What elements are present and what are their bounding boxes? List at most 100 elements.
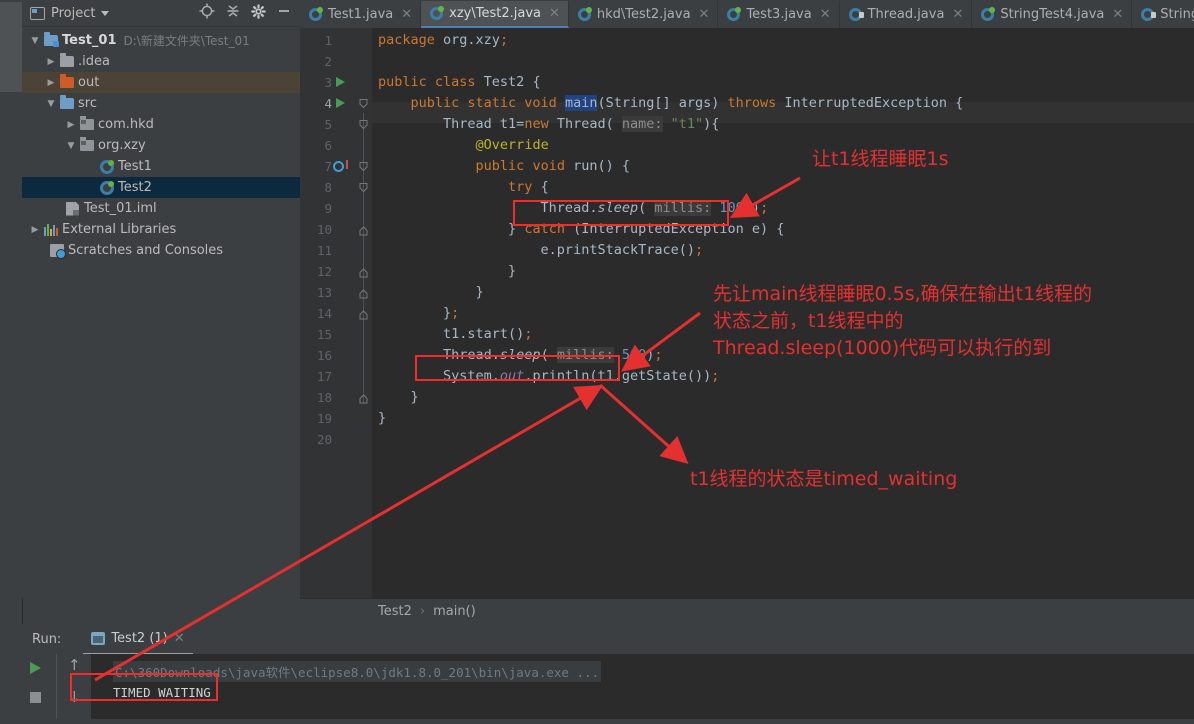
project-view-icon	[30, 6, 45, 20]
rerun-play-button[interactable]	[30, 662, 41, 674]
breadcrumb-method[interactable]: main()	[433, 604, 476, 619]
tree-item-label: src	[78, 96, 97, 111]
stop-button[interactable]	[30, 692, 41, 703]
settings-gear-icon[interactable]	[251, 3, 266, 23]
tree-item-test01[interactable]: ▼ Test_01 D:\新建文件夹\Test_01	[22, 30, 300, 51]
close-icon[interactable]: ✕	[549, 6, 560, 21]
tree-item-external-libraries[interactable]: ▶ External Libraries	[22, 219, 300, 240]
project-tree: ▼ Test_01 D:\新建文件夹\Test_01 ▶ .idea ▶ out…	[22, 27, 300, 261]
tab-stringtest4-java[interactable]: StringTest4.java ✕	[972, 1, 1133, 28]
line-number: 18	[316, 390, 332, 405]
code-line-5: Thread t1=new Thread( name: "t1"){	[378, 116, 720, 132]
tree-item-com-hkd[interactable]: ▶ com.hkd	[22, 114, 300, 135]
tree-item-test2[interactable]: Test2	[22, 177, 300, 198]
expand-arrow-icon[interactable]: ▶	[64, 120, 78, 130]
java-class-icon	[727, 7, 742, 21]
line-number: 7	[324, 159, 332, 174]
libraries-icon	[42, 223, 59, 236]
override-method-icon[interactable]	[333, 161, 344, 172]
close-icon[interactable]: ✕	[699, 7, 710, 22]
fold-expand-icon[interactable]	[359, 267, 368, 278]
iml-file-icon	[64, 201, 81, 216]
java-class-icon	[98, 180, 115, 195]
fold-collapse-icon[interactable]	[359, 161, 368, 172]
line-number: 14	[316, 306, 332, 321]
run-tool-window: Run: Test2 (1) ✕ ↑ ↓ C:\360Downloads\jav…	[22, 624, 1194, 719]
close-icon[interactable]: ✕	[1112, 7, 1123, 22]
line-number: 11	[316, 243, 332, 258]
tree-item-iml[interactable]: Test_01.iml	[22, 198, 300, 219]
module-folder-icon	[42, 32, 59, 47]
expand-arrow-icon[interactable]: ▼	[64, 141, 78, 151]
expand-arrow-icon[interactable]: ▶	[44, 78, 58, 88]
tab-stringbuilder-java[interactable]: StringBuil	[1132, 1, 1194, 28]
close-icon[interactable]: ✕	[174, 631, 185, 646]
tree-item-org-xzy[interactable]: ▼ org.xzy	[22, 135, 300, 156]
expand-arrow-icon[interactable]: ▶	[44, 57, 58, 67]
project-title-group[interactable]: Project	[30, 6, 110, 21]
sidebar-tab-favorites[interactable]: Favorites	[0, 684, 22, 724]
tab-test1-java[interactable]: Test1.java ✕	[300, 1, 422, 28]
tab-label: Test1.java	[328, 7, 394, 22]
fold-collapse-icon[interactable]	[359, 182, 368, 193]
tab-label: StringBuil	[1160, 7, 1194, 22]
project-panel-header: Project	[22, 0, 300, 27]
line-number: 10	[316, 222, 332, 237]
fold-expand-icon[interactable]	[359, 309, 368, 320]
fold-collapse-icon[interactable]	[359, 98, 368, 109]
idea-window: 1: Project 2: Structure Favorites Projec…	[0, 0, 1194, 719]
fold-expand-icon[interactable]	[359, 225, 368, 236]
chevron-down-icon[interactable]	[101, 10, 110, 16]
run-tab-test2[interactable]: Test2 (1) ✕	[83, 624, 193, 655]
expand-arrow-icon[interactable]: ▼	[44, 99, 58, 109]
java-class-icon	[98, 159, 115, 174]
tab-test3-java[interactable]: Test3.java ✕	[718, 1, 840, 28]
tab-xzy-test2-java[interactable]: xzy\Test2.java ✕	[421, 1, 569, 28]
close-icon[interactable]: ✕	[401, 7, 412, 22]
console-output[interactable]: C:\360Downloads\java软件\eclipse8.0\jdk1.8…	[91, 654, 1194, 719]
tree-item-test1[interactable]: Test1	[22, 156, 300, 177]
expand-arrow-icon[interactable]: ▶	[28, 225, 42, 235]
run-gutter-icon[interactable]	[336, 77, 345, 87]
tree-item-label: Test_01	[62, 33, 117, 48]
code-line-18: }	[378, 389, 419, 405]
breadcrumb-separator: ›	[419, 604, 426, 619]
java-class-readonly-icon	[848, 8, 864, 21]
hide-panel-icon[interactable]	[276, 3, 292, 23]
annotation-main-sleep: 先让main线程睡眠0.5s,确保在输出t1线程的 状态之前，t1线程中的 Th…	[713, 283, 1093, 359]
tab-thread-java[interactable]: Thread.java ✕	[840, 1, 973, 28]
line-number: 9	[324, 201, 332, 216]
run-gutter-icon[interactable]	[336, 98, 345, 108]
project-toolbar	[199, 3, 300, 23]
tree-item-scratches[interactable]: Scratches and Consoles	[22, 240, 300, 261]
fold-expand-icon[interactable]	[359, 393, 368, 404]
package-icon	[78, 116, 95, 130]
tab-hkd-test2-java[interactable]: hkd\Test2.java ✕	[569, 1, 719, 28]
fold-expand-icon[interactable]	[359, 288, 368, 299]
expand-arrow-icon[interactable]: ▼	[28, 36, 42, 46]
locate-icon[interactable]	[199, 3, 215, 23]
collapse-all-icon[interactable]	[225, 3, 241, 23]
tab-label: xzy\Test2.java	[449, 6, 541, 21]
tree-item-label: Test1	[118, 159, 152, 174]
close-icon[interactable]: ✕	[820, 7, 831, 22]
sidebar-tab-project[interactable]: 1: Project	[0, 2, 22, 92]
fold-collapse-icon[interactable]	[359, 119, 368, 130]
run-panel-label: Run:	[32, 631, 62, 647]
close-icon[interactable]: ✕	[952, 7, 963, 22]
tab-label: Test3.java	[746, 7, 812, 22]
tree-item-out[interactable]: ▶ out	[22, 72, 300, 93]
breadcrumb-class[interactable]: Test2	[378, 604, 412, 619]
code-line-8: try {	[508, 179, 549, 195]
tab-label: StringTest4.java	[1000, 7, 1105, 22]
annotation-state: t1线程的状态是timed_waiting	[690, 468, 958, 490]
tree-item-idea[interactable]: ▶ .idea	[22, 51, 300, 72]
tree-item-label: Scratches and Consoles	[68, 243, 224, 258]
tree-item-src[interactable]: ▼ src	[22, 93, 300, 114]
sidebar-tab-structure[interactable]: 2: Structure	[0, 600, 22, 690]
code-line-4: public static void main(String[] args) t…	[410, 95, 964, 111]
scroll-up-icon[interactable]: ↑	[68, 656, 81, 674]
code-line-7: public void run() {	[475, 158, 630, 174]
java-class-icon	[577, 7, 592, 21]
tree-item-label: com.hkd	[98, 117, 154, 132]
